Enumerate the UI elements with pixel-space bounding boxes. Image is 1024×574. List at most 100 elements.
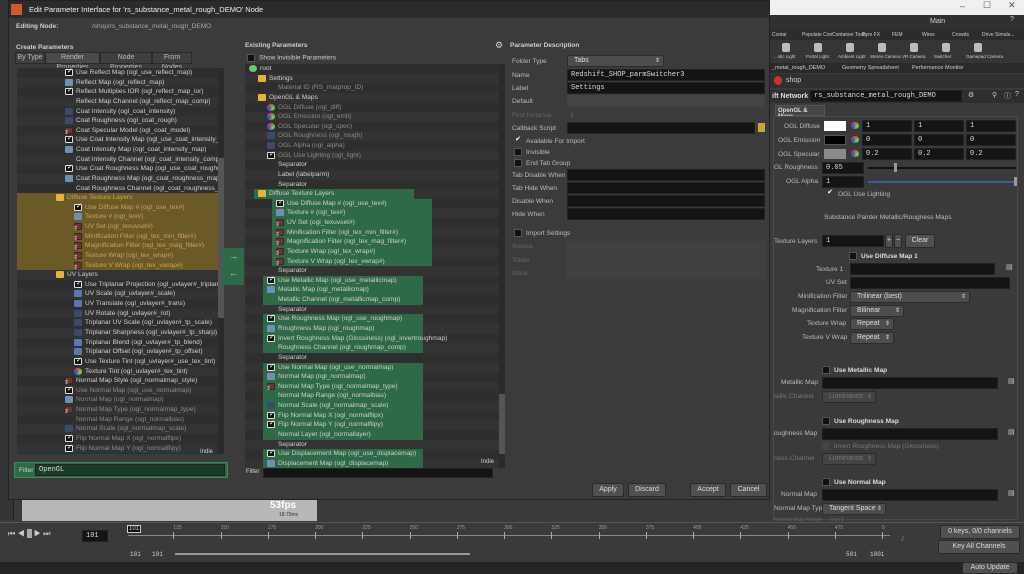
metallic-map-field[interactable] (822, 377, 998, 389)
tree-row[interactable]: Use Normal Map (ogl_use_normalmap) (245, 362, 500, 373)
tree-row[interactable]: Separator (245, 266, 500, 276)
arrow-left-icon[interactable]: ← (229, 268, 238, 278)
tree-row[interactable]: Triplanar Offset (ogl_uvlayer#_tp_offset… (17, 347, 223, 357)
tree-row[interactable]: Use Coat Roughness Map (ogl_use_coat_rou… (17, 163, 223, 174)
tree-row[interactable]: OGL Specular (ogl_spec) (245, 122, 500, 132)
tree-row[interactable]: Use Diffuse Map # (ogl_use_tex#) (17, 202, 223, 213)
tree-row[interactable]: Coat Specular Model (ogl_coat_model) (17, 126, 223, 138)
file-chooser-icon[interactable]: ▤ (1006, 263, 1013, 271)
tree-row[interactable]: Use Displacement Map (ogl_use_displacema… (245, 448, 500, 459)
roughness-field[interactable]: 0.05 (822, 162, 864, 174)
existing-tree-scrollbar[interactable] (499, 64, 505, 468)
tab-render-properties[interactable]: Render Properties (45, 52, 100, 71)
tree-row[interactable]: Use Normal Map (ogl_use_normalmap) (17, 385, 223, 396)
tree-row[interactable]: Diffuse Texture Layers (17, 193, 223, 203)
tree-row[interactable]: UV Set (ogl_texuvset#) (17, 222, 223, 234)
uvset-field[interactable] (850, 277, 1010, 289)
tree-row[interactable]: Reflect Map Channel (ogl_reflect_map_com… (17, 96, 223, 107)
roughness-slider-handle[interactable] (893, 163, 897, 172)
desktop-selector[interactable]: Main (930, 18, 945, 25)
tab-hide-field[interactable] (567, 182, 765, 194)
tree-row[interactable]: Texture # (ogl_tex#) (17, 212, 223, 223)
roughness-map-field[interactable] (822, 428, 998, 440)
tree-row[interactable]: Flip Normal Map X (ogl_normalflipx) (17, 433, 223, 444)
tree-row[interactable]: Triplanar Sharpness (ogl_uvlayer#_tp_sha… (17, 328, 223, 338)
tree-row[interactable]: Texture Tint (ogl_uvlayer#_tex_tint) (17, 366, 223, 377)
ogl-specular-r[interactable]: 0.2 (862, 148, 912, 160)
ogl-emission-r[interactable]: 0 (862, 134, 912, 146)
tree-row[interactable]: Normal Map Range (ogl_normalbias) (245, 391, 500, 402)
tree-row[interactable]: Use Roughness Map (ogl_use_roughmap) (245, 313, 500, 324)
tree-row[interactable]: OGL Alpha (ogl_alpha) (245, 141, 500, 151)
tree-row[interactable]: Normal Map Style (ogl_normalmap_style) (17, 376, 223, 388)
normal-map-field[interactable] (822, 489, 998, 501)
tree-row[interactable]: Texture V Wrap (ogl_tex_vwrap#) (245, 256, 500, 269)
tree-row[interactable]: Metallic Map (ogl_metallicmap) (245, 285, 500, 296)
color-wheel-icon[interactable] (851, 150, 859, 157)
use-roughness-checkbox[interactable]: Use Roughness Map (822, 417, 899, 425)
search-icon[interactable]: ⚲ (992, 91, 997, 99)
path-segment[interactable]: shop (786, 77, 801, 84)
tree-row[interactable]: Flip Normal Map Y (ogl_normalflipy) (245, 419, 500, 430)
auto-update-menu[interactable]: Auto Update (962, 562, 1018, 574)
tab-item[interactable]: FEM (892, 32, 903, 38)
tree-row[interactable]: Coat Intensity Map (ogl_coat_intensity_m… (17, 145, 223, 155)
hide-when-field[interactable] (567, 208, 765, 220)
texture-layers-field[interactable]: 1 (822, 235, 884, 247)
tree-row[interactable]: Normal Map (ogl_normalmap) (245, 372, 500, 382)
arrow-right-icon[interactable]: → (229, 251, 238, 261)
min-filter-menu[interactable]: Trilinear (best) (850, 291, 970, 303)
mag-filter-menu[interactable]: Bilinear (850, 305, 904, 317)
tree-row[interactable]: Triplanar UV Scale (ogl_uvlayer#_tp_scal… (17, 318, 223, 328)
alpha-slider-handle[interactable] (1014, 177, 1017, 186)
shelf-tool[interactable]: Gamepad Camera (966, 54, 1003, 59)
label-field[interactable]: Settings (567, 82, 765, 94)
file-chooser-icon[interactable]: ▤ (1008, 489, 1015, 497)
tree-row[interactable]: Label (labelparm) (245, 169, 500, 180)
tree-row[interactable]: Separator (245, 180, 500, 190)
stop-button[interactable]: ■ (26, 529, 32, 538)
key-all-channels-menu[interactable]: Key All Channels (938, 540, 1020, 554)
invert-roughness-checkbox[interactable]: Invert Roughness Map (Glossiness) (822, 442, 939, 450)
jump-end-button[interactable]: ⏭ (43, 529, 50, 538)
node-name-field[interactable]: rs_substance_metal_rough_DEMO (810, 90, 962, 102)
folder-tab-opengl[interactable]: OpenGL & Maps (775, 105, 825, 120)
use-lighting-checkbox[interactable]: ✔ OGL Use Lighting (826, 189, 890, 198)
callback-field[interactable] (567, 122, 755, 134)
available-import-checkbox[interactable]: ✔ Available For Import (514, 136, 585, 145)
range-start-field[interactable]: 101 (130, 551, 141, 558)
range-end2-field[interactable]: 1001 (870, 551, 884, 558)
tree-row[interactable]: Roughness Channel (ogl_roughmap_comp) (245, 343, 500, 353)
tree-row[interactable]: Use Texture Tint (ogl_uvlayer#_use_tex_t… (17, 356, 223, 367)
alpha-field[interactable]: 1 (822, 176, 864, 188)
tree-row[interactable]: Texture V Wrap (ogl_tex_vwrap#) (17, 260, 223, 273)
gear-icon[interactable]: ⚙ (968, 91, 974, 99)
timeline-ruler[interactable]: 125 150 175 200 225 250 275 300 325 350 375 400 425 4… (128, 523, 890, 543)
show-invisible-checkbox[interactable]: Show Invisible Parameters (247, 54, 336, 62)
tab-item[interactable]: Drive Simula... (982, 32, 1015, 38)
tab-item[interactable]: Populate Con (802, 32, 832, 38)
audio-icon[interactable]: ♪ (900, 533, 905, 544)
color-wheel-icon[interactable] (851, 122, 859, 129)
tree-row[interactable]: Use Metallic Map (ogl_use_metallicmap) (245, 275, 500, 286)
tab-item[interactable]: Crowds (952, 32, 969, 38)
tab-item[interactable]: Performance Monitor (912, 65, 963, 71)
tree-row[interactable]: Roughness Map (ogl_roughmap) (245, 324, 500, 334)
ogl-specular-g[interactable]: 0.2 (914, 148, 964, 160)
tab-item[interactable]: Wires (922, 32, 935, 38)
tree-row[interactable]: Use Reflect Map (ogl_use_reflect_map) (17, 68, 223, 78)
tree-row[interactable]: Metallic Channel (ogl_metallicmap_comp) (245, 295, 500, 305)
tab-item[interactable]: Geometry Spreadsheet (842, 65, 899, 71)
tree-row[interactable]: Magnification Filter (ogl_tex_mag_filter… (245, 237, 500, 249)
apply-button[interactable]: Apply (592, 483, 624, 497)
tree-row[interactable]: Settings (245, 73, 500, 84)
name-field[interactable]: Redshift_SHOP_parmSwitcher3 (567, 69, 765, 81)
tree-row[interactable]: Reflect Multiplies IOR (ogl_reflect_map_… (17, 86, 223, 97)
tree-row[interactable]: UV Translate (ogl_uvlayer#_trans) (17, 299, 223, 309)
tree-row[interactable]: Material ID (RS_matprop_ID) (245, 83, 500, 93)
color-wheel-icon[interactable] (851, 136, 859, 143)
range-end-field[interactable]: 501 (846, 551, 857, 558)
tree-row[interactable]: Normal Map Type (ogl_normalmap_type) (245, 381, 500, 394)
end-tab-group-checkbox[interactable]: End Tab Group (514, 159, 570, 167)
tab-disable-field[interactable] (567, 169, 765, 181)
